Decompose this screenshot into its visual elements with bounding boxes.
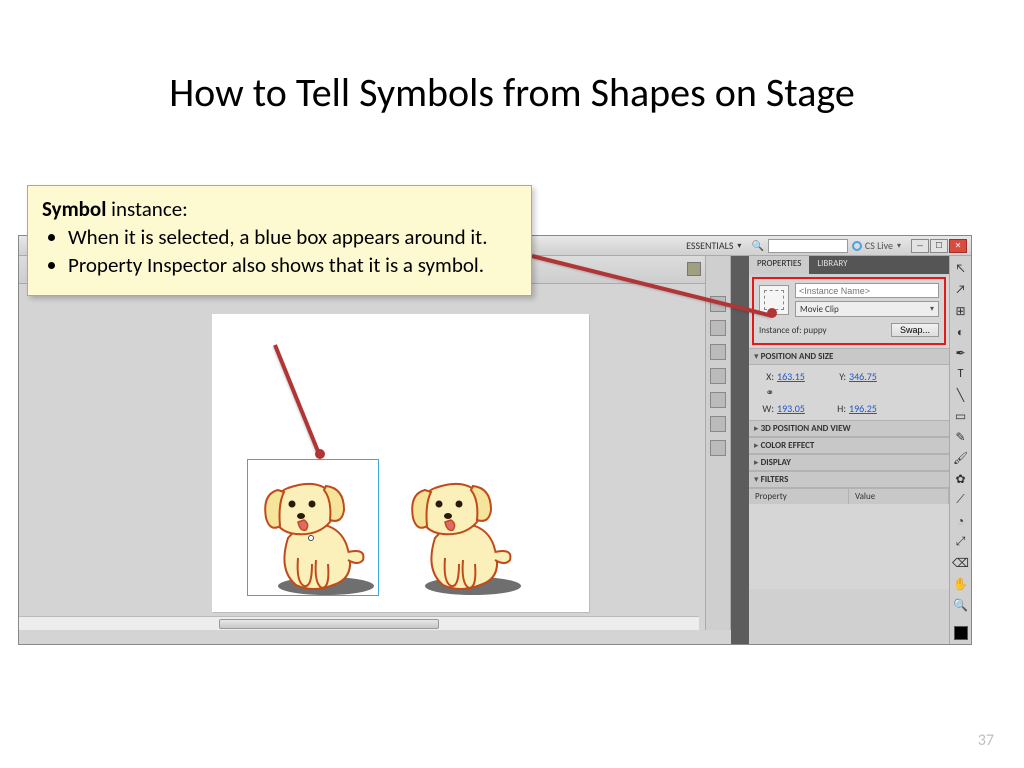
symbol-type-dropdown[interactable]: Movie Clip ▾ bbox=[795, 301, 939, 317]
lasso-tool-icon[interactable]: ◐ bbox=[952, 323, 970, 341]
slide-title: How to Tell Symbols from Shapes on Stage bbox=[0, 68, 1024, 117]
callout-bullet-1: When it is selected, a blue box appears … bbox=[68, 224, 517, 250]
instance-name-field[interactable] bbox=[795, 283, 939, 298]
section-filters[interactable]: FILTERS bbox=[749, 471, 949, 488]
collapsed-panel-icon[interactable] bbox=[710, 344, 726, 360]
y-label: Y: bbox=[827, 370, 849, 383]
subselection-tool-icon[interactable]: ↗ bbox=[952, 281, 970, 299]
maximize-button[interactable]: ☐ bbox=[930, 239, 948, 253]
section-color-effect[interactable]: COLOR EFFECT bbox=[749, 437, 949, 454]
collapsed-panel-icon[interactable] bbox=[710, 440, 726, 456]
tab-library[interactable]: LIBRARY bbox=[809, 256, 855, 274]
section-position-and-size[interactable]: POSITION AND SIZE bbox=[749, 348, 949, 365]
filters-empty-area bbox=[749, 504, 949, 589]
collapsed-panel-icon[interactable] bbox=[710, 416, 726, 432]
selection-tool-icon[interactable]: ↖ bbox=[952, 260, 970, 278]
callout-heading-rest: instance: bbox=[106, 196, 187, 222]
section-display[interactable]: DISPLAY bbox=[749, 454, 949, 471]
rectangle-tool-icon[interactable]: ▭ bbox=[952, 407, 970, 425]
section-3d[interactable]: 3D POSITION AND VIEW bbox=[749, 420, 949, 437]
pencil-tool-icon[interactable]: ✎ bbox=[952, 428, 970, 446]
lock-aspect-icon[interactable]: ⚭ bbox=[759, 386, 777, 399]
fill-color-swatch[interactable] bbox=[954, 626, 968, 640]
tab-properties[interactable]: PROPERTIES bbox=[749, 256, 809, 274]
callout-bullet-2: Property Inspector also shows that it is… bbox=[68, 252, 517, 278]
filters-col-value[interactable]: Value bbox=[849, 489, 949, 504]
bone-tool-icon[interactable]: ⟋ bbox=[952, 491, 970, 509]
text-tool-icon[interactable]: T bbox=[952, 365, 970, 383]
x-value[interactable]: 163.15 bbox=[777, 370, 827, 383]
swap-button[interactable]: Swap... bbox=[891, 323, 939, 337]
puppy-shape[interactable] bbox=[395, 460, 525, 595]
hand-tool-icon[interactable]: ✋ bbox=[952, 575, 970, 593]
filters-table-header: Property Value bbox=[749, 488, 949, 504]
h-label: H: bbox=[827, 402, 849, 415]
edit-bar-icon-1[interactable] bbox=[687, 262, 701, 276]
scrollbar-thumb[interactable] bbox=[219, 619, 439, 629]
pointer-endcap-stage bbox=[315, 449, 325, 459]
highlighted-properties-region: Movie Clip ▾ Instance of: puppy Swap... bbox=[752, 277, 946, 345]
panel-divider[interactable] bbox=[731, 256, 749, 644]
stage[interactable] bbox=[212, 314, 589, 612]
symbol-type-value: Movie Clip bbox=[800, 304, 839, 315]
tools-panel: ↖ ↗ ⊞ ◐ ✒ T ╲ ▭ ✎ 🖌 ✿ ⟋ ◔ ⤢ ⌫ ✋ 🔍 bbox=[949, 256, 971, 644]
stage-container bbox=[19, 284, 699, 630]
callout-heading: Symbol instance: bbox=[42, 196, 517, 222]
brush-tool-icon[interactable]: 🖌 bbox=[952, 449, 970, 467]
line-tool-icon[interactable]: ╲ bbox=[952, 386, 970, 404]
properties-panel: PROPERTIES LIBRARY Movie Clip ▾ Instance … bbox=[749, 256, 949, 644]
slide-number: 37 bbox=[978, 731, 994, 750]
pointer-endcap-panel bbox=[767, 308, 777, 318]
instance-of-text: Instance of: puppy bbox=[759, 325, 827, 336]
zoom-tool-icon[interactable]: 🔍 bbox=[952, 596, 970, 614]
y-value[interactable]: 346.75 bbox=[849, 370, 899, 383]
h-value[interactable]: 196.25 bbox=[849, 402, 899, 415]
workspace-switcher[interactable]: ESSENTIALS bbox=[680, 238, 747, 253]
puppy-symbol-instance[interactable] bbox=[248, 460, 378, 595]
eraser-tool-icon[interactable]: ⌫ bbox=[952, 554, 970, 572]
free-transform-tool-icon[interactable]: ⊞ bbox=[952, 302, 970, 320]
search-input[interactable] bbox=[768, 239, 848, 253]
filters-col-property[interactable]: Property bbox=[749, 489, 849, 504]
collapsed-panel-icon[interactable] bbox=[710, 368, 726, 384]
pen-tool-icon[interactable]: ✒ bbox=[952, 344, 970, 362]
minimize-button[interactable]: — bbox=[911, 239, 929, 253]
x-label: X: bbox=[759, 370, 777, 383]
flash-application-window: ESSENTIALS 🔍 CS Live — ☐ ✕ bbox=[18, 235, 972, 645]
chevron-down-icon: ▾ bbox=[930, 304, 934, 314]
panel-tabs: PROPERTIES LIBRARY bbox=[749, 256, 949, 274]
registration-point-icon bbox=[308, 535, 314, 541]
paint-bucket-tool-icon[interactable]: ◔ bbox=[952, 512, 970, 530]
eyedropper-tool-icon[interactable]: ⤢ bbox=[952, 533, 970, 551]
collapsed-panel-strip bbox=[705, 256, 731, 630]
collapsed-panel-icon[interactable] bbox=[710, 320, 726, 336]
w-label: W: bbox=[759, 402, 777, 415]
cs-live-button[interactable]: CS Live bbox=[852, 239, 901, 252]
horizontal-scrollbar[interactable] bbox=[19, 616, 699, 630]
window-controls: — ☐ ✕ bbox=[911, 239, 967, 253]
tool-separator bbox=[952, 617, 970, 623]
cs-live-label: CS Live bbox=[865, 239, 893, 252]
callout-heading-bold: Symbol bbox=[42, 196, 106, 222]
search-icon: 🔍 bbox=[751, 239, 763, 252]
deco-tool-icon[interactable]: ✿ bbox=[952, 470, 970, 488]
w-value[interactable]: 193.05 bbox=[777, 402, 827, 415]
callout-note: Symbol instance: When it is selected, a … bbox=[27, 185, 532, 296]
close-button[interactable]: ✕ bbox=[949, 239, 967, 253]
collapsed-panel-icon[interactable] bbox=[710, 392, 726, 408]
cs-live-icon bbox=[852, 241, 862, 251]
position-size-grid: X: 163.15 Y: 346.75 ⚭ W: 193.05 H: 196.2… bbox=[749, 365, 949, 420]
